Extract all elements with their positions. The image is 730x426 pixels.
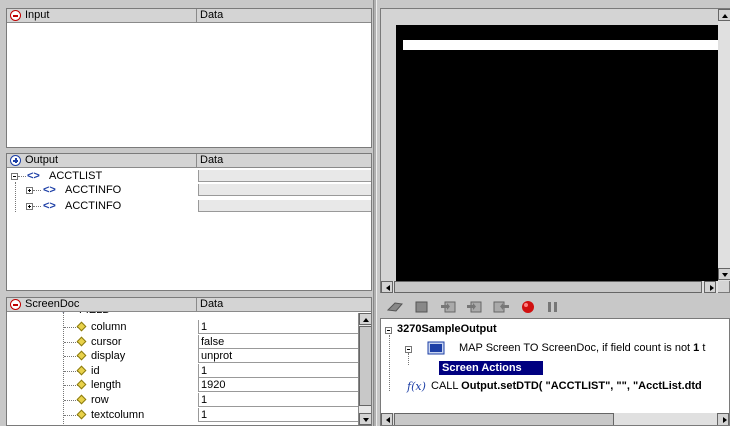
scroll-down-button[interactable] bbox=[718, 268, 730, 280]
field-name-label: textcolumn bbox=[91, 408, 145, 421]
field-name-cell[interactable]: textcolumn bbox=[7, 408, 198, 422]
step-over-icon[interactable] bbox=[466, 300, 484, 316]
input-data-column-header[interactable]: Data bbox=[198, 9, 371, 22]
input-name-column-header[interactable]: Input bbox=[7, 9, 197, 22]
input-panel-header: Input Data bbox=[7, 9, 371, 23]
scroll-thumb[interactable] bbox=[359, 326, 371, 406]
debug-toolbar bbox=[380, 295, 730, 317]
collapse-toggle-icon[interactable] bbox=[11, 173, 18, 180]
terminal-panel bbox=[380, 8, 730, 293]
scroll-thumb[interactable] bbox=[394, 413, 614, 425]
function-icon: f(x) bbox=[407, 380, 426, 393]
field-name-cell[interactable]: id bbox=[7, 364, 198, 378]
screendoc-panel: ScreenDoc Data <> FIELD column1cursorfal… bbox=[6, 297, 372, 426]
field-name-label: row bbox=[91, 394, 109, 406]
attribute-diamond-icon bbox=[76, 394, 87, 405]
element-tag-icon: <> bbox=[43, 200, 56, 212]
tree-row-screen-actions[interactable]: Screen Actions bbox=[439, 361, 543, 375]
tree-label: ACCTINFO bbox=[65, 200, 122, 212]
data-cell[interactable] bbox=[198, 184, 371, 196]
tree-root-label: 3270SampleOutput bbox=[397, 323, 497, 335]
vertical-scrollbar[interactable] bbox=[358, 313, 371, 425]
field-value-cell[interactable]: 1 bbox=[198, 393, 365, 407]
map-statement-text: MAP Screen TO ScreenDoc, if field count … bbox=[459, 342, 694, 354]
collapse-toggle-icon[interactable] bbox=[405, 346, 412, 353]
tree-row-call[interactable]: f(x) CALL Output.setDTD( "ACCTLIST", "",… bbox=[383, 379, 729, 393]
field-value-cell[interactable]: 1 bbox=[198, 320, 365, 334]
field-value-cell[interactable]: unprot bbox=[198, 349, 365, 364]
tree-label: ACCTINFO bbox=[65, 184, 122, 196]
scroll-up-button[interactable] bbox=[359, 313, 371, 325]
output-name-column-header[interactable]: Output bbox=[7, 154, 197, 167]
attribute-diamond-icon bbox=[76, 409, 87, 420]
scroll-left-button[interactable] bbox=[381, 281, 393, 293]
field-name-cell[interactable]: column bbox=[7, 320, 198, 334]
scroll-down-button[interactable] bbox=[359, 413, 371, 425]
data-cell[interactable] bbox=[198, 170, 371, 182]
call-keyword: CALL bbox=[431, 380, 462, 392]
output-panel-header: Output Data bbox=[7, 154, 371, 168]
scroll-left-button[interactable] bbox=[381, 413, 393, 425]
tree-row-root[interactable]: 3270SampleOutput bbox=[383, 323, 683, 335]
field-value-cell[interactable]: 1 bbox=[198, 363, 365, 378]
attribute-diamond-icon bbox=[76, 350, 87, 361]
scroll-right-button[interactable] bbox=[717, 413, 729, 425]
attribute-diamond-icon bbox=[76, 365, 87, 376]
field-name-cell[interactable]: length bbox=[7, 378, 198, 392]
element-tag-icon: <> bbox=[43, 184, 56, 196]
step-out-icon[interactable] bbox=[492, 300, 510, 316]
field-name-label: column bbox=[91, 321, 127, 333]
tree-row-acctinfo[interactable]: <> ACCTINFO bbox=[7, 184, 371, 196]
tree-row-acctlist[interactable]: <> ACCTLIST bbox=[7, 170, 371, 182]
script-tree-panel: 3270SampleOutput MAP Screen TO ScreenDoc… bbox=[380, 318, 730, 426]
map-statement-suffix: t bbox=[699, 342, 706, 354]
field-name-label: id bbox=[91, 364, 100, 377]
record-icon[interactable] bbox=[520, 300, 538, 316]
vertical-splitter[interactable] bbox=[373, 0, 377, 426]
terminal-screen[interactable] bbox=[396, 25, 718, 281]
pause-icon[interactable] bbox=[546, 300, 564, 316]
eraser-icon[interactable] bbox=[386, 300, 404, 316]
field-name-cell[interactable]: cursor bbox=[7, 335, 198, 349]
field-value-cell[interactable]: 1920 bbox=[198, 378, 365, 393]
scroll-up-button[interactable] bbox=[718, 9, 730, 21]
expand-toggle-icon[interactable] bbox=[26, 187, 33, 194]
field-value-cell[interactable]: false bbox=[198, 334, 365, 349]
attribute-diamond-icon bbox=[76, 336, 87, 347]
collapse-toggle-icon[interactable] bbox=[385, 327, 392, 334]
terminal-vertical-scrollbar[interactable] bbox=[718, 9, 730, 281]
tree-label: ACCTLIST bbox=[49, 170, 103, 182]
scroll-right-button[interactable] bbox=[704, 281, 716, 293]
element-tag-icon: <> bbox=[27, 170, 40, 182]
cursor-bar bbox=[403, 40, 718, 50]
step-into-icon[interactable] bbox=[440, 300, 458, 316]
field-name-cell[interactable]: display bbox=[7, 349, 198, 363]
tree-row-map[interactable]: MAP Screen TO ScreenDoc, if field count … bbox=[383, 341, 729, 358]
output-panel: Output Data <> ACCTLIST <> ACCTINFO <> A… bbox=[6, 153, 372, 291]
screendoc-name-column-header[interactable]: ScreenDoc bbox=[7, 298, 197, 311]
screendoc-panel-header: ScreenDoc Data bbox=[7, 298, 371, 312]
expand-toggle-icon[interactable] bbox=[26, 203, 33, 210]
field-name-label: cursor bbox=[91, 335, 122, 348]
scroll-thumb[interactable] bbox=[394, 281, 702, 293]
field-value-cell[interactable]: 1 bbox=[198, 407, 365, 422]
attribute-diamond-icon bbox=[76, 379, 87, 390]
screen-actions-label: Screen Actions bbox=[442, 362, 522, 374]
tree-row-acctinfo[interactable]: <> ACCTINFO bbox=[7, 200, 371, 212]
input-panel: Input Data bbox=[6, 8, 372, 148]
screen-icon bbox=[427, 341, 445, 358]
call-expression: Output.setDTD( "ACCTLIST", "", "AcctList… bbox=[461, 380, 702, 392]
data-cell[interactable] bbox=[198, 200, 371, 212]
attribute-diamond-icon bbox=[76, 321, 87, 332]
script-horizontal-scrollbar[interactable] bbox=[381, 413, 729, 425]
field-name-label: display bbox=[91, 350, 126, 363]
field-name-cell[interactable]: row bbox=[7, 393, 198, 407]
field-name-label: length bbox=[91, 379, 121, 392]
screendoc-data-column-header[interactable]: Data bbox=[198, 298, 371, 311]
stop-square-icon[interactable] bbox=[414, 300, 432, 316]
output-data-column-header[interactable]: Data bbox=[198, 154, 371, 167]
terminal-horizontal-scrollbar[interactable] bbox=[381, 281, 718, 293]
